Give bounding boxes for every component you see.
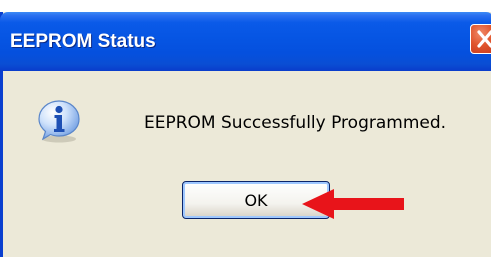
screenshot: EEPROM Status EEPROM Successfully Progra…	[0, 0, 491, 257]
info-icon	[38, 100, 80, 143]
close-button[interactable]	[470, 24, 491, 54]
red-arrow-pointing-left	[302, 189, 404, 219]
title-bar[interactable]: EEPROM Status	[0, 12, 491, 71]
close-icon	[477, 30, 491, 48]
status-message: EEPROM Successfully Programmed.	[144, 113, 447, 133]
window-title: EEPROM Status	[10, 31, 156, 52]
